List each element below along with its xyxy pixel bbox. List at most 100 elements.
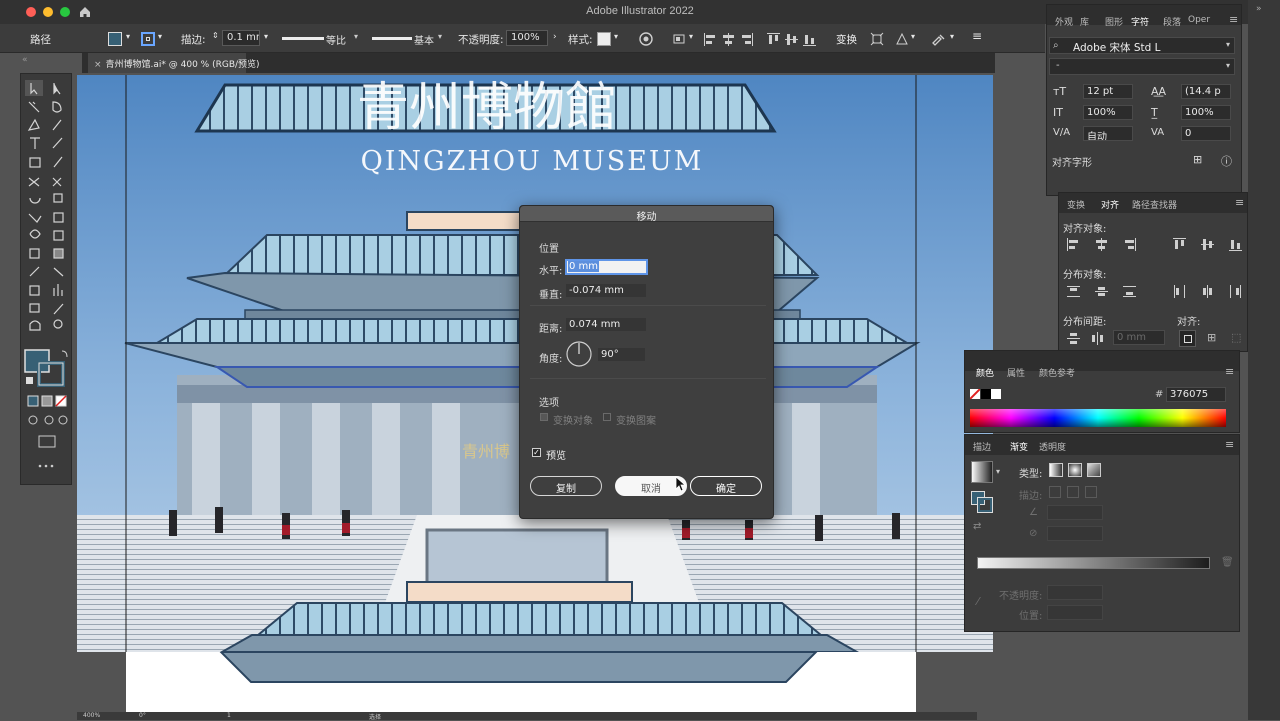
vertical-distribute-space-icon[interactable]: [1067, 332, 1080, 345]
panel-tab-character[interactable]: 字符: [1131, 15, 1149, 28]
gradient-mode-icon[interactable]: [41, 395, 53, 407]
leading-input[interactable]: (14.4 p: [1181, 84, 1231, 99]
angle-dial-icon[interactable]: [565, 340, 593, 368]
gradient-location-input[interactable]: [1047, 605, 1103, 620]
copy-button[interactable]: 复制: [530, 476, 602, 496]
isolate-icon[interactable]: [895, 32, 909, 46]
screen-mode-icon[interactable]: [38, 434, 56, 448]
vertical-align-center-icon[interactable]: [1201, 238, 1214, 251]
recolor-artwork-icon[interactable]: [639, 32, 653, 46]
magic-wand-tool-icon[interactable]: [25, 100, 41, 114]
chevron-down-icon[interactable]: ▾: [158, 32, 162, 41]
drawing-modes-icon[interactable]: [27, 414, 67, 426]
panel-tab-gradient[interactable]: 渐变: [1010, 440, 1028, 453]
white-swatch[interactable]: [991, 389, 1001, 399]
vertical-scale-input[interactable]: 100%: [1083, 105, 1133, 120]
graphic-style-swatch[interactable]: [597, 32, 611, 46]
freeform-gradient-icon[interactable]: [1087, 463, 1101, 477]
chevron-down-icon[interactable]: ▾: [126, 32, 130, 41]
swap-fill-stroke-icon[interactable]: [59, 349, 69, 359]
eraser-tool-icon[interactable]: [49, 174, 65, 188]
gradient-aspect-input[interactable]: [1047, 526, 1103, 541]
more-options-icon[interactable]: ≡: [972, 29, 982, 43]
align-to-key-object-icon[interactable]: ⬚: [1231, 331, 1241, 344]
horizontal-distribute-center-icon[interactable]: [1201, 285, 1214, 298]
radial-gradient-icon[interactable]: [1068, 463, 1082, 477]
panel-tab-attributes[interactable]: 属性: [1007, 366, 1025, 379]
align-to-artboard-icon[interactable]: ⊞: [1207, 331, 1216, 344]
transform-patterns-checkbox[interactable]: [603, 413, 611, 421]
align-right-icon[interactable]: [740, 33, 753, 46]
panel-tab-graphic-styles[interactable]: 图形: [1105, 15, 1123, 28]
horizontal-align-left-icon[interactable]: [1067, 238, 1080, 251]
stepper-icon[interactable]: ⇕: [212, 31, 219, 40]
panel-tab-transparency[interactable]: 透明度: [1039, 440, 1066, 453]
direct-selection-tool-icon[interactable]: [49, 80, 65, 94]
chevron-down-icon[interactable]: ▾: [614, 32, 618, 41]
width-tool-icon[interactable]: [25, 210, 41, 224]
default-colors-icon[interactable]: [25, 376, 35, 386]
brush-definition-select[interactable]: 基本 ▾: [370, 31, 450, 47]
artboard-number[interactable]: 1: [227, 712, 231, 719]
edit-toolbar-icon[interactable]: [37, 460, 57, 472]
horizontal-distribute-right-icon[interactable]: [1229, 285, 1242, 298]
horizontal-distribute-left-icon[interactable]: [1173, 285, 1186, 298]
panel-tab-align[interactable]: 对齐: [1101, 198, 1119, 211]
kerning-input[interactable]: 自动: [1083, 126, 1133, 141]
panel-tab-color[interactable]: 颜色: [976, 366, 994, 379]
column-graph-tool-icon[interactable]: [49, 282, 65, 296]
horizontal-input[interactable]: 0 mm: [565, 259, 648, 275]
horizontal-distribute-space-icon[interactable]: [1091, 332, 1104, 345]
panel-menu-icon[interactable]: ≡: [1225, 438, 1234, 451]
close-tab-icon[interactable]: ×: [94, 60, 102, 70]
stroke-across-icon[interactable]: [1085, 486, 1097, 498]
gradient-slider[interactable]: [977, 557, 1210, 569]
variable-width-profile-select[interactable]: 等比 ▾: [280, 31, 362, 47]
horizontal-scale-input[interactable]: 100%: [1181, 105, 1231, 120]
shape-builder-tool-icon[interactable]: [25, 228, 41, 242]
type-tool-icon[interactable]: [25, 136, 41, 150]
color-spectrum[interactable]: [970, 409, 1226, 427]
document-tab[interactable]: × 青州博物馆.ai* @ 400 % (RGB/预览): [88, 53, 260, 73]
vertical-input[interactable]: -0.074 mm: [565, 283, 647, 298]
align-left-icon[interactable]: [704, 33, 717, 46]
selection-tool-icon[interactable]: [25, 80, 41, 94]
preview-checkbox[interactable]: ✓: [532, 448, 541, 457]
slice-tool-icon[interactable]: [49, 301, 65, 315]
distance-input[interactable]: 0.074 mm: [565, 317, 647, 332]
panel-tab-paragraph[interactable]: 段落: [1163, 15, 1181, 28]
fill-swatch[interactable]: [108, 32, 122, 46]
distribute-spacing-input[interactable]: 0 mm: [1113, 330, 1165, 345]
align-bottom-icon[interactable]: [803, 33, 816, 46]
panel-tab-appearance[interactable]: 外观: [1055, 15, 1073, 28]
angle-input[interactable]: 90°: [597, 347, 646, 362]
panel-menu-icon[interactable]: ≡: [1229, 13, 1238, 26]
artboard-tool-icon[interactable]: [25, 301, 41, 315]
mesh-tool-icon[interactable]: [25, 246, 41, 260]
curvature-tool-icon[interactable]: [49, 118, 65, 132]
vertical-align-bottom-icon[interactable]: [1229, 238, 1242, 251]
chevron-down-icon[interactable]: ▾: [950, 32, 954, 41]
none-mode-icon[interactable]: [55, 395, 67, 407]
vertical-distribute-center-icon[interactable]: [1095, 285, 1108, 298]
gradient-stroke-swatch[interactable]: [977, 497, 993, 513]
vertical-distribute-bottom-icon[interactable]: [1123, 285, 1136, 298]
transform-button[interactable]: 变换: [836, 32, 857, 47]
panel-tab-opentype[interactable]: Oper: [1188, 15, 1210, 25]
gradient-tool-icon[interactable]: [49, 246, 65, 260]
linear-gradient-icon[interactable]: [1049, 463, 1063, 477]
panel-tab-stroke[interactable]: 描边: [973, 440, 991, 453]
delete-stop-icon[interactable]: 🗑: [1221, 557, 1234, 568]
gradient-angle-input[interactable]: [1047, 505, 1103, 520]
align-vertical-center-icon[interactable]: [785, 33, 798, 46]
symbol-sprayer-tool-icon[interactable]: [25, 282, 41, 296]
stroke-along-icon[interactable]: [1067, 486, 1079, 498]
tracking-input[interactable]: 0: [1181, 126, 1231, 141]
line-tool-icon[interactable]: [49, 136, 65, 150]
panel-tab-color-guide[interactable]: 颜色参考: [1039, 366, 1075, 379]
blend-tool-icon[interactable]: [49, 264, 65, 278]
eyedropper-tool-icon[interactable]: [25, 264, 41, 278]
lasso-tool-icon[interactable]: [49, 100, 65, 114]
opacity-input[interactable]: 100%: [506, 30, 548, 46]
horizontal-align-center-icon[interactable]: [1095, 238, 1108, 251]
